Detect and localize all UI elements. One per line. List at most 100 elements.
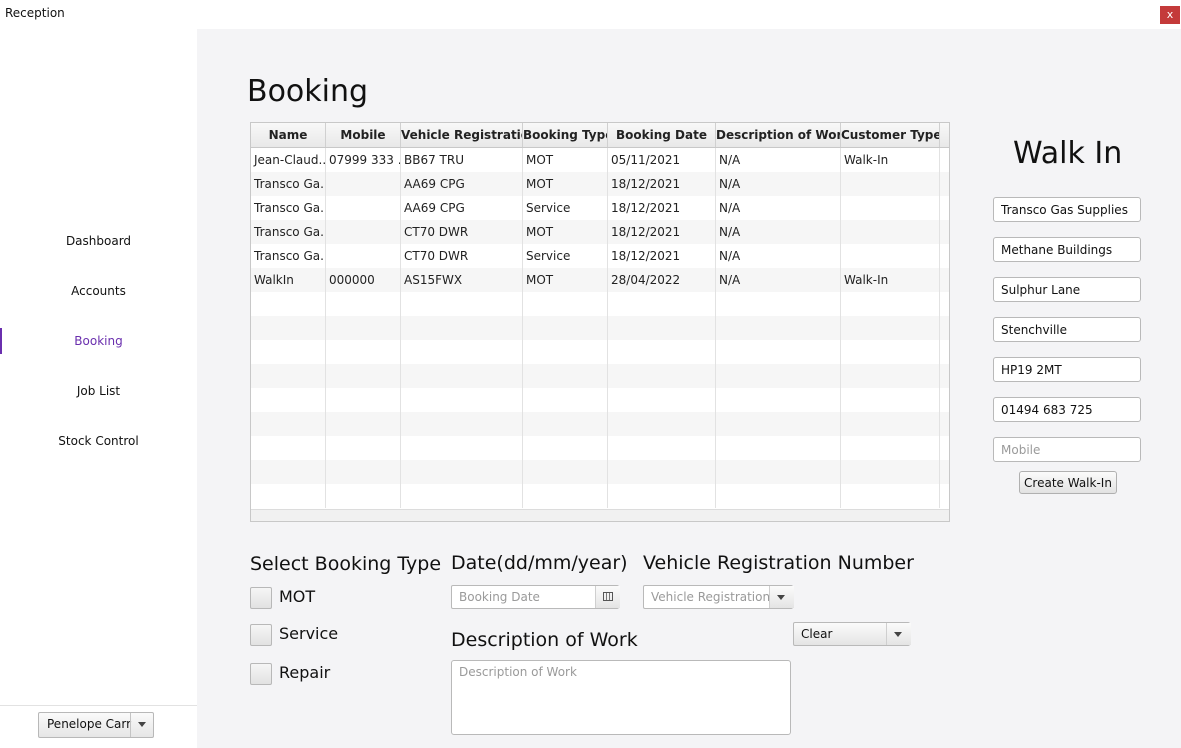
table-cell: MOT [523,220,608,244]
booking-type-label: Select Booking Type [250,553,442,575]
horizontal-scrollbar[interactable] [251,509,949,521]
table-cell [326,172,401,196]
description-label: Description of Work [451,629,638,651]
table-cell: 18/12/2021 [608,244,716,268]
sidebar-item-booking[interactable]: Booking [0,329,197,353]
table-cell: CT70 DWR [401,244,523,268]
table-cell [523,364,608,388]
table-cell [716,460,841,484]
column-header-name[interactable]: Name [251,123,326,147]
user-menu-arrow[interactable] [130,713,154,737]
table-cell: N/A [716,196,841,220]
walk-in-name-field[interactable] [993,197,1141,222]
table-row[interactable] [251,436,949,460]
table-cell [326,484,401,508]
table-cell: Transco Ga... [251,196,326,220]
table-row[interactable]: Transco Ga... CT70 DWR MOT 18/12/2021 N/A [251,220,949,244]
table-cell [841,316,940,340]
create-walk-in-button[interactable]: Create Walk-In [1019,471,1117,494]
column-header-booking-type[interactable]: Booking Type [523,123,608,147]
table-cell [401,484,523,508]
table-cell [326,436,401,460]
date-label: Date(dd/mm/year) [451,552,628,574]
table-row[interactable] [251,364,949,388]
table-cell: 18/12/2021 [608,220,716,244]
table-cell: Transco Ga... [251,172,326,196]
table-cell [716,316,841,340]
column-header-mobile[interactable]: Mobile [326,123,401,147]
table-cell [251,364,326,388]
calendar-button[interactable] [595,586,620,608]
vehicle-registration-dropdown[interactable] [769,586,794,608]
user-menu[interactable]: Penelope Carr [38,712,154,738]
table-cell: 18/12/2021 [608,172,716,196]
column-header-description[interactable]: Description of Work [716,123,841,147]
table-row[interactable] [251,340,949,364]
clear-combo[interactable]: Clear [793,622,911,646]
vehicle-registration-label: Vehicle Registration Number [643,552,914,574]
mot-checkbox[interactable] [250,587,272,609]
repair-checkbox[interactable] [250,663,272,685]
window-title: Reception [5,6,65,20]
table-row[interactable] [251,484,949,508]
bookings-table[interactable]: Name Mobile Vehicle Registration Booking… [250,122,950,522]
table-row[interactable] [251,292,949,316]
table-cell [326,460,401,484]
table-cell [608,292,716,316]
walk-in-phone-field[interactable] [993,397,1141,422]
table-row[interactable] [251,316,949,340]
table-cell [841,244,940,268]
table-cell [608,460,716,484]
table-cell [716,436,841,460]
table-cell [523,388,608,412]
table-cell [523,412,608,436]
sidebar: Dashboard Accounts Booking Job List Stoc… [0,29,197,748]
table-cell: Service [523,196,608,220]
vehicle-registration-combo[interactable]: Vehicle Registration [643,585,794,609]
column-header-customer-type[interactable]: Customer Type [841,123,940,147]
walk-in-town-field[interactable] [993,317,1141,342]
table-cell [841,388,940,412]
close-button[interactable]: x [1160,6,1180,24]
table-cell: Walk-In [841,268,940,292]
table-cell [523,340,608,364]
column-header-vehicle-registration[interactable]: Vehicle Registration [401,123,523,147]
table-cell [326,196,401,220]
sidebar-item-stock-control[interactable]: Stock Control [0,429,197,453]
table-row[interactable]: Jean-Claud...07999 333 ...BB67 TRUMOT05/… [251,148,949,172]
booking-date-picker[interactable]: Booking Date [451,585,620,609]
walk-in-address-line2-field[interactable] [993,277,1141,302]
table-cell [401,316,523,340]
column-header-booking-date[interactable]: Booking Date [608,123,716,147]
table-cell: MOT [523,172,608,196]
table-cell [401,292,523,316]
table-cell [251,316,326,340]
table-cell [251,292,326,316]
service-checkbox[interactable] [250,624,272,646]
table-cell [326,364,401,388]
table-cell: 000000 [326,268,401,292]
service-label: Service [279,624,339,643]
table-row[interactable] [251,460,949,484]
table-cell [608,340,716,364]
table-cell [841,220,940,244]
description-of-work-field[interactable] [451,660,791,735]
table-cell [523,436,608,460]
sidebar-item-dashboard[interactable]: Dashboard [0,229,197,253]
table-row[interactable]: WalkIn 000000 AS15FWX MOT 28/04/2022 N/A Walk-… [251,268,949,292]
table-row[interactable] [251,412,949,436]
table-cell: BB67 TRU [401,148,523,172]
table-row[interactable]: Transco Ga... AA69 CPG Service 18/12/2021 N/… [251,196,949,220]
table-row[interactable]: Transco Ga... AA69 CPG MOT 18/12/2021 N/A [251,172,949,196]
sidebar-item-accounts[interactable]: Accounts [0,279,197,303]
walk-in-address-line1-field[interactable] [993,237,1141,262]
walk-in-mobile-field[interactable] [993,437,1141,462]
calendar-icon [603,592,613,601]
table-cell [251,484,326,508]
walk-in-postcode-field[interactable] [993,357,1141,382]
table-cell: MOT [523,148,608,172]
clear-dropdown[interactable] [886,623,911,645]
table-row[interactable] [251,388,949,412]
table-row[interactable]: Transco Ga... CT70 DWR Service 18/12/2021 N/… [251,244,949,268]
sidebar-item-job-list[interactable]: Job List [0,379,197,403]
